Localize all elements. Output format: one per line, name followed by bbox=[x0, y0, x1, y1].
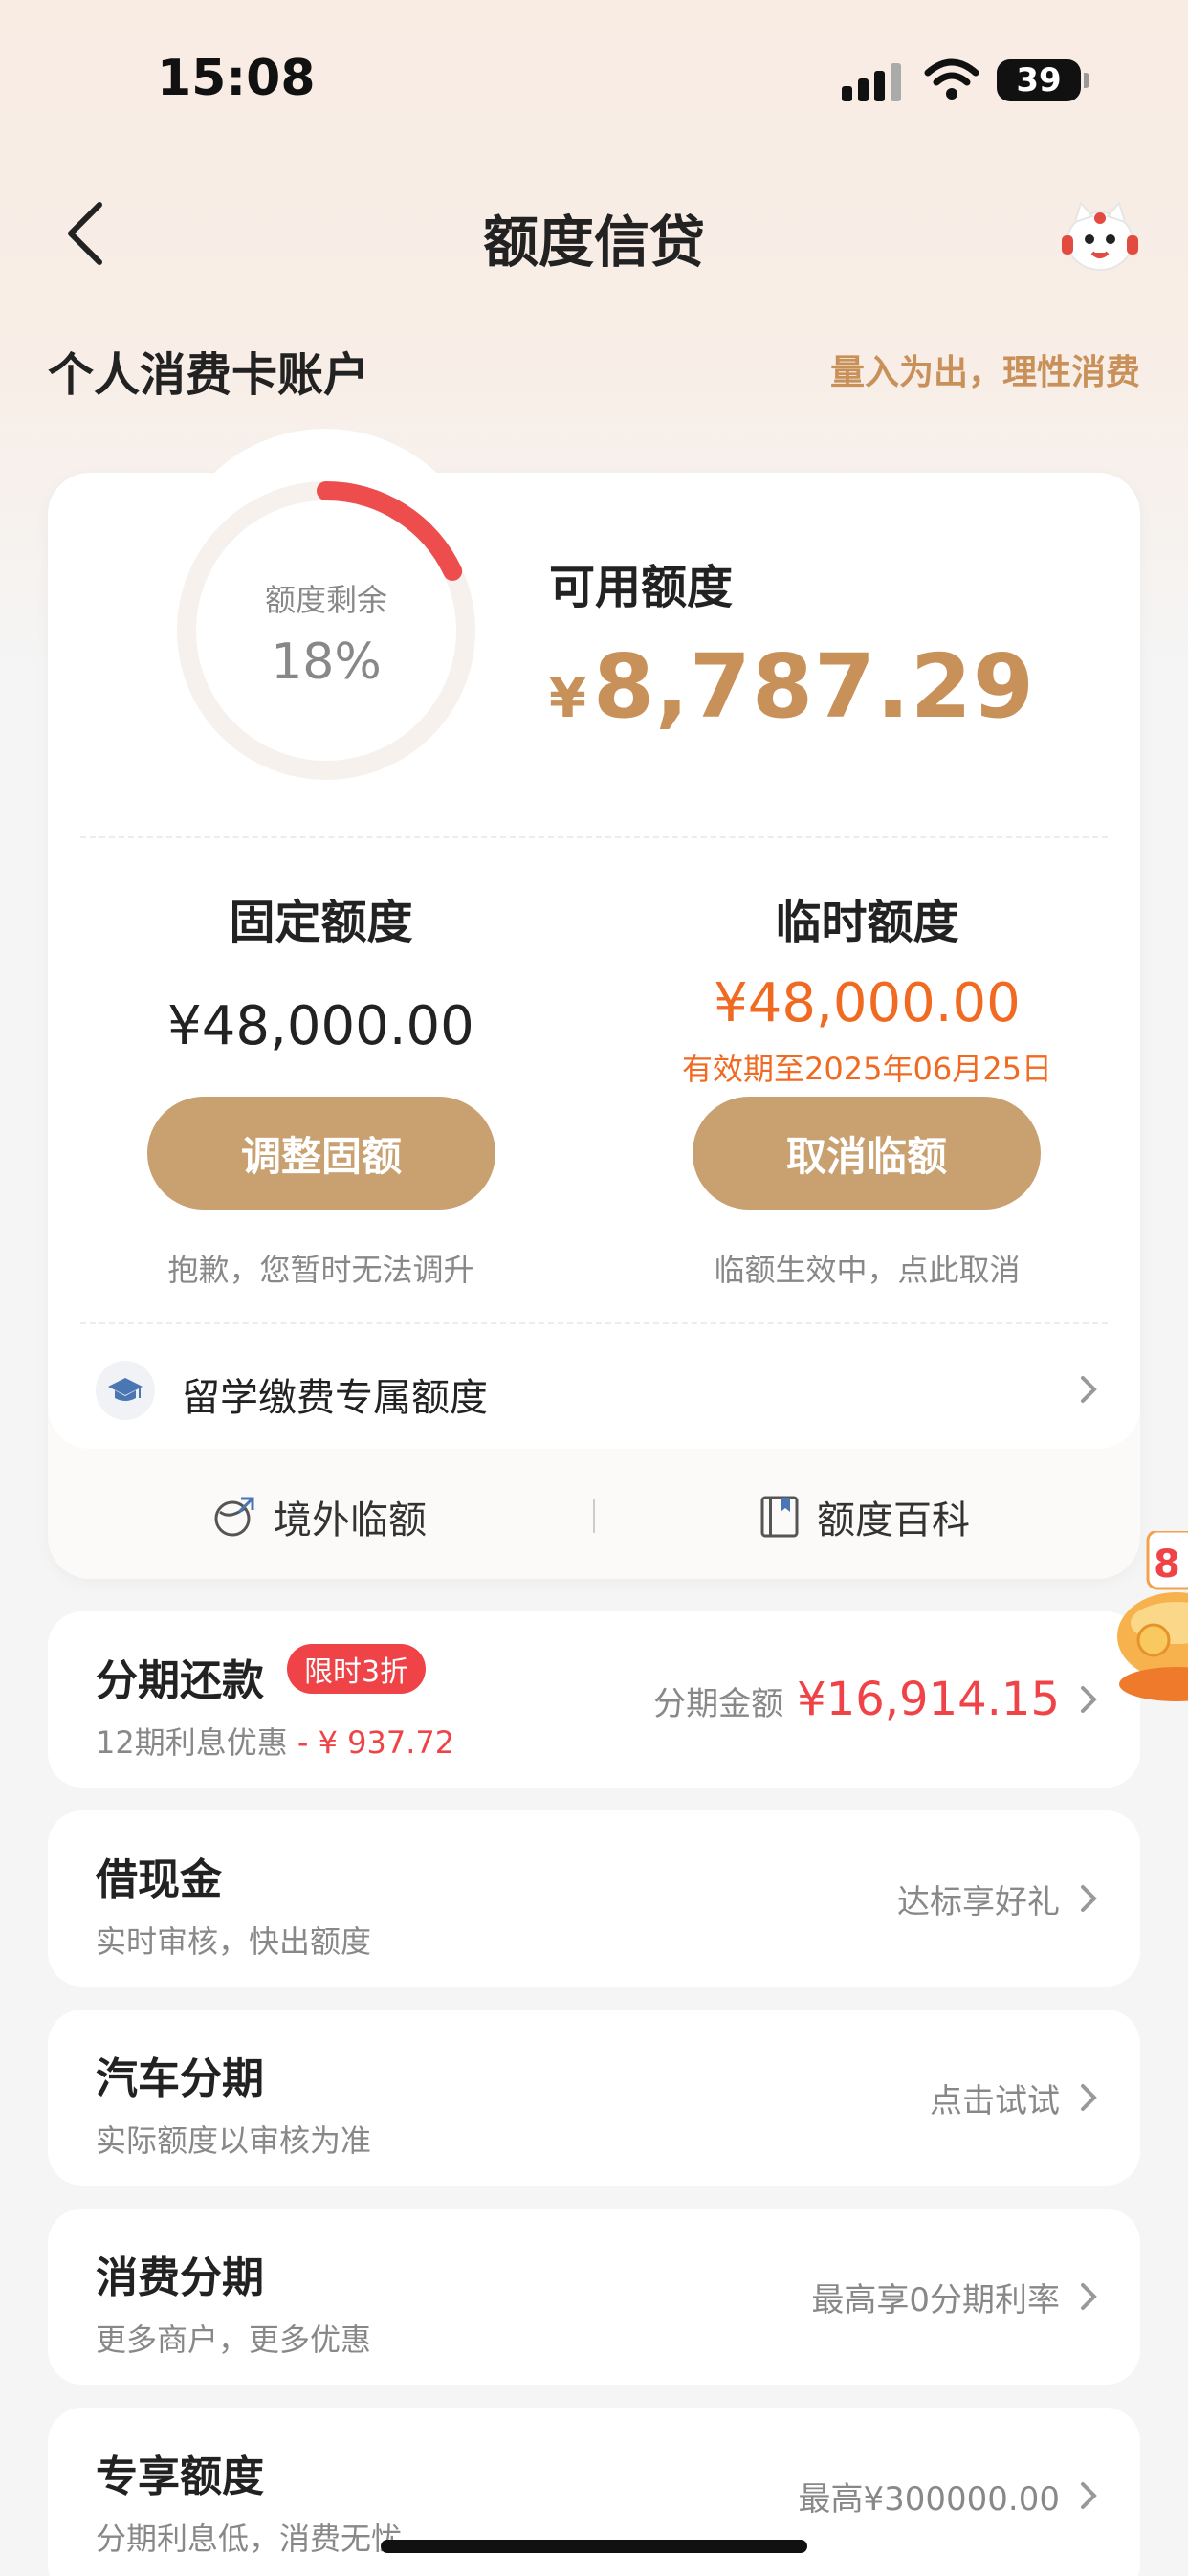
adjust-fixed-limit-button[interactable]: 调整固额 bbox=[147, 1097, 495, 1210]
page-title: 额度信贷 bbox=[482, 210, 705, 275]
divider bbox=[80, 836, 1108, 838]
cellular-signal-icon bbox=[842, 63, 903, 101]
limit-encyclopedia-link[interactable]: 额度百科 bbox=[759, 1489, 970, 1544]
overseas-temp-limit-link[interactable]: 境外临额 bbox=[212, 1489, 427, 1544]
battery-icon: 39 bbox=[997, 59, 1089, 101]
temp-limit-title: 临时额度 bbox=[775, 896, 959, 949]
limit-encyclopedia-label: 额度百科 bbox=[817, 1499, 970, 1543]
car-installment-action: 点击试试 bbox=[930, 2082, 1060, 2121]
installment-amount: ¥16,914.15 bbox=[797, 1673, 1060, 1726]
available-limit-label: 可用额度 bbox=[549, 561, 734, 614]
installment-title: 分期还款 bbox=[96, 1656, 264, 1705]
fixed-limit-amount: ¥48,000.00 bbox=[167, 995, 474, 1057]
fixed-limit-title: 固定额度 bbox=[229, 896, 413, 949]
consumer-installment-subtitle: 更多商户，更多优惠 bbox=[96, 2321, 372, 2358]
available-limit-amount: ¥8,787.29 bbox=[549, 635, 1035, 738]
slogan-text: 量入为出，理性消费 bbox=[829, 353, 1140, 392]
consumer-installment-promo: 最高享0分期利率 bbox=[811, 2281, 1060, 2320]
temp-limit-amount: ¥48,000.00 bbox=[714, 972, 1021, 1034]
borrow-cash-card[interactable]: 借现金 实时审核，快出额度 达标享好礼 bbox=[48, 1810, 1140, 1987]
exclusive-limit-title: 专享额度 bbox=[96, 2453, 264, 2501]
currency-symbol: ¥ bbox=[549, 668, 587, 730]
remaining-limit-ring bbox=[177, 481, 475, 780]
customer-service-mascot-icon[interactable] bbox=[1060, 197, 1140, 274]
overseas-temp-limit-label: 境外临额 bbox=[274, 1499, 427, 1543]
chevron-right-icon bbox=[1081, 2283, 1097, 2310]
chevron-right-icon bbox=[1081, 1885, 1097, 1912]
borrow-cash-title: 借现金 bbox=[96, 1855, 222, 1904]
interest-discount-amount: - ¥ 937.72 bbox=[287, 1724, 455, 1761]
installment-amount-label: 分期金额 bbox=[653, 1685, 784, 1723]
svg-text:8: 8 bbox=[1154, 1543, 1180, 1587]
home-indicator bbox=[381, 2540, 807, 2553]
installment-repayment-card[interactable]: 分期还款 限时3折 12期利息优惠 - ¥ 937.72 分期金额 ¥16,91… bbox=[48, 1611, 1140, 1788]
borrow-cash-promo: 达标享好礼 bbox=[897, 1883, 1060, 1921]
interest-discount-label: 12期利息优惠 bbox=[96, 1724, 288, 1761]
temp-limit-hint[interactable]: 临额生效中，点此取消 bbox=[594, 1246, 1140, 1290]
available-amount-value: 8,787.29 bbox=[592, 635, 1035, 738]
promo-floating-gift-icon[interactable]: 8 bbox=[1110, 1531, 1188, 1736]
borrow-cash-subtitle: 实时审核，快出额度 bbox=[96, 1923, 372, 1960]
status-time: 15:08 bbox=[157, 50, 316, 107]
temp-limit-validity: 有效期至2025年06月25日 bbox=[682, 1051, 1052, 1087]
installment-subtitle: 12期利息优惠 - ¥ 937.72 bbox=[96, 1719, 454, 1763]
account-title: 个人消费卡账户 bbox=[48, 348, 370, 402]
footer-separator bbox=[593, 1499, 595, 1533]
consumer-installment-card[interactable]: 消费分期 更多商户，更多优惠 最高享0分期利率 bbox=[48, 2209, 1140, 2385]
book-icon bbox=[760, 1496, 799, 1538]
discount-badge: 限时3折 bbox=[287, 1644, 427, 1694]
chevron-right-icon bbox=[1081, 1686, 1097, 1713]
exclusive-limit-max: 最高¥300000.00 bbox=[798, 2480, 1061, 2519]
overseas-globe-icon bbox=[214, 1497, 254, 1537]
ring-percent: 18% bbox=[271, 633, 382, 691]
cancel-temp-limit-button[interactable]: 取消临额 bbox=[693, 1097, 1041, 1210]
car-installment-title: 汽车分期 bbox=[96, 2054, 264, 2103]
exclusive-limit-subtitle: 分期利息低，消费无忧 bbox=[96, 2520, 403, 2557]
divider bbox=[80, 1322, 1108, 1324]
chevron-right-icon bbox=[1081, 2084, 1097, 2111]
ring-label: 额度剩余 bbox=[264, 582, 387, 618]
graduation-cap-icon bbox=[96, 1361, 155, 1420]
consumer-installment-title: 消费分期 bbox=[96, 2254, 264, 2302]
car-installment-subtitle: 实际额度以审核为准 bbox=[96, 2122, 372, 2159]
installment-amount-group: 分期金额 ¥16,914.15 bbox=[653, 1673, 1060, 1726]
chevron-right-icon bbox=[1081, 1376, 1097, 1403]
fixed-limit-hint: 抱歉，您暂时无法调升 bbox=[167, 1252, 474, 1288]
car-installment-card[interactable]: 汽车分期 实际额度以审核为准 点击试试 bbox=[48, 2010, 1140, 2186]
study-abroad-limit-label: 留学缴费专属额度 bbox=[182, 1376, 488, 1420]
chevron-right-icon bbox=[1081, 2482, 1097, 2509]
wifi-icon bbox=[924, 58, 979, 100]
